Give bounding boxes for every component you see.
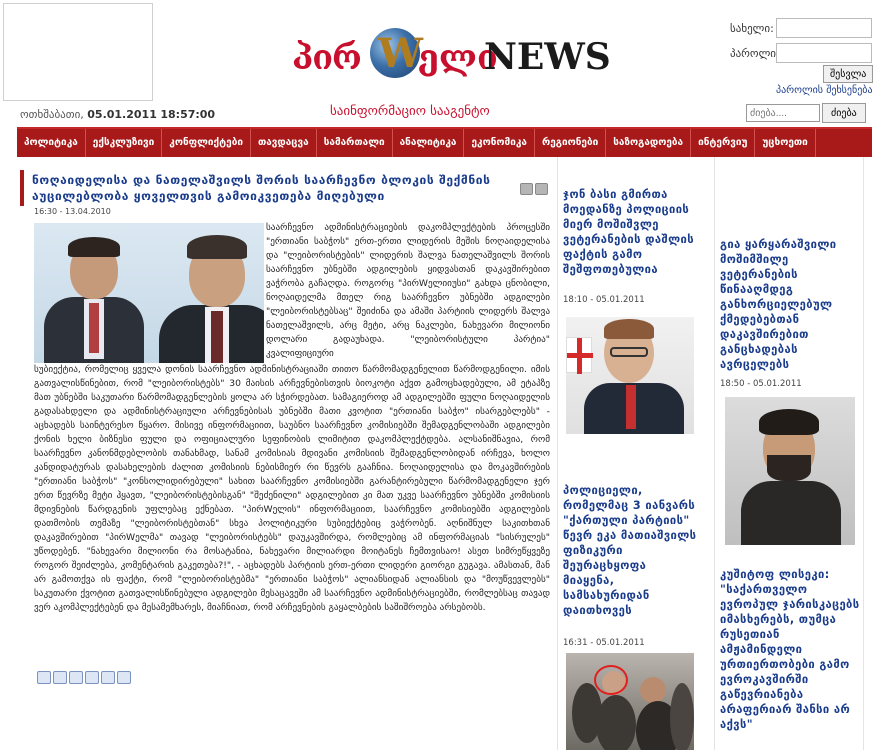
print-icon[interactable]	[520, 183, 533, 195]
search-input[interactable]	[746, 104, 820, 122]
news-item-title[interactable]: ჯონ ბასი გმირთა მოედანზე პოლიციის მიერ მ…	[563, 187, 698, 277]
nav-item-society[interactable]: საზოგადოება	[606, 129, 692, 157]
nav-item-defense[interactable]: თავდაცვა	[251, 129, 317, 157]
nav-item-interview[interactable]: ინტერვიუ	[691, 129, 756, 157]
search-button[interactable]: ძიება	[822, 103, 866, 123]
nav-item-politics[interactable]: პოლიტიკა	[17, 129, 86, 157]
news-column-right: გია ყარყარაშვილი მოშიმშილე ვეტერანების წ…	[714, 157, 864, 750]
username-field[interactable]	[776, 18, 872, 38]
nav-item-analytics[interactable]: ანალიტიკა	[393, 129, 465, 157]
logo-text-part1: პირ	[292, 38, 362, 78]
article-headline: ნოღაიდელისა და ნათელაშვილს შორის საარჩევ…	[32, 173, 491, 203]
login-button[interactable]: შესვლა	[823, 65, 874, 83]
banner-placeholder	[3, 3, 153, 101]
logo-globe-icon: W	[370, 28, 423, 78]
nav-item-economy[interactable]: ეკონომიკა	[464, 129, 535, 157]
time-value: 18:57:00	[160, 108, 216, 121]
google-icon[interactable]	[117, 671, 131, 684]
nav-item-foreign[interactable]: უცხოეთი	[755, 129, 816, 157]
article-body: სუბიექტია, რომელიც ყველა დონის საარჩევნო…	[34, 364, 550, 613]
logo-w-letter: W	[378, 30, 423, 77]
password-field[interactable]	[776, 43, 872, 63]
myspace-icon[interactable]	[69, 671, 83, 684]
flag-icon	[566, 337, 593, 374]
twitter-icon[interactable]	[53, 671, 67, 684]
news-item-time: 18:10 - 05.01.2011	[563, 295, 645, 305]
logo-news-text: NEWS	[484, 36, 611, 78]
date-value: 05.01.2011	[87, 108, 157, 121]
password-label: პაროლი:	[730, 46, 780, 60]
site-tagline: საინფორმაციო სააგენტო	[330, 104, 490, 119]
news-item-title[interactable]: პოლიციელი, რომელმაც 3 იანვარს "ქართული პ…	[563, 483, 698, 618]
email-icon[interactable]	[535, 183, 548, 195]
news-item-time: 18:50 - 05.01.2011	[720, 379, 802, 389]
share-bar	[37, 671, 131, 684]
news-item-title[interactable]: გია ყარყარაშვილი მოშიმშილე ვეტერანების წ…	[720, 237, 860, 372]
news-thumbnail[interactable]	[566, 317, 694, 434]
facebook-icon[interactable]	[37, 671, 51, 684]
username-label: სახელი:	[730, 21, 774, 35]
news-thumbnail[interactable]	[566, 653, 694, 750]
highlight-circle	[594, 665, 628, 695]
news-column-middle: ჯონ ბასი გმირთა მოედანზე პოლიციის მიერ მ…	[557, 157, 703, 750]
news-item-title[interactable]: კუშიტოფ ლისეკი: "საქართველო ევროპულ ჯარი…	[720, 567, 860, 732]
headline-accent-bar	[20, 170, 24, 206]
article-tools	[520, 180, 550, 199]
news-item-time: 16:31 - 05.01.2011	[563, 638, 645, 648]
nav-item-law[interactable]: სამართალი	[317, 129, 393, 157]
weekday-label: ოთხშაბათი,	[20, 108, 84, 121]
article-date: 16:30 - 13.04.2010	[34, 207, 111, 216]
article-body-top: საარჩევნო ადმინისტრაციების დაკომპლექტები…	[266, 222, 550, 359]
site-logo[interactable]: პირ W ელი NEWS	[292, 28, 611, 80]
login-form: სახელი: პაროლი:	[730, 18, 878, 68]
digg-icon[interactable]	[85, 671, 99, 684]
main-nav: პოლიტიკა ექსკლუზივი კონფლიქტები თავდაცვა…	[17, 127, 872, 157]
date-bar: ოთხშაბათი, 05.01.2011 18:57:00	[20, 108, 215, 121]
article-photo	[34, 223, 264, 363]
forgot-password-link[interactable]: პაროლის შეხსენება	[776, 85, 873, 96]
nav-item-conflicts[interactable]: კონფლიქტები	[162, 129, 251, 157]
delicious-icon[interactable]	[101, 671, 115, 684]
nav-item-exclusive[interactable]: ექსკლუზივი	[86, 129, 163, 157]
news-thumbnail[interactable]	[725, 397, 855, 545]
nav-item-regions[interactable]: რეგიონები	[535, 129, 607, 157]
